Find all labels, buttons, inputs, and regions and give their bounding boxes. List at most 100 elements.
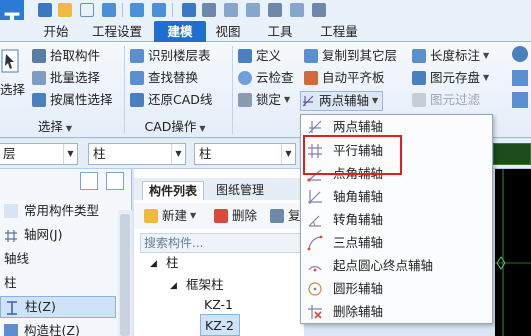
restore-icon — [130, 93, 144, 107]
tab-component-list[interactable]: 构件列表 — [142, 181, 205, 200]
new-icon[interactable] — [80, 3, 94, 17]
grid-axis-icon — [4, 228, 18, 242]
batch-select-button[interactable]: 批量选择 — [32, 68, 100, 88]
redo-icon[interactable] — [130, 3, 144, 17]
select-by-property-button[interactable]: 按属性选择 — [32, 90, 113, 110]
define-icon — [238, 49, 252, 63]
new-component-button[interactable]: 新建 ▼ — [144, 206, 196, 226]
three-point-axis-icon — [307, 235, 323, 251]
tree-expand-icon[interactable]: ◢ — [150, 253, 157, 275]
delete-component-button[interactable]: 删除 — [214, 206, 257, 226]
rotate-angle-axis-icon — [307, 212, 323, 228]
common-component-types[interactable]: 常用构件类型 — [0, 200, 118, 222]
tree-node-kz1[interactable]: KZ-1 — [204, 294, 233, 316]
axis-icon — [301, 94, 315, 108]
left-panel-scroll-thumb[interactable] — [120, 214, 130, 336]
tree-node-kz2[interactable]: KZ-2 — [200, 314, 240, 336]
component-search-input[interactable]: 搜索构件... — [140, 233, 304, 253]
constructional-column-item[interactable]: 构造柱(Z) — [0, 320, 118, 336]
tab-modeling[interactable]: 建模 — [154, 21, 206, 42]
cloud-icon — [238, 71, 252, 85]
rotate-icon[interactable] — [512, 70, 528, 86]
copy-icon — [270, 209, 284, 223]
axis-grid-item[interactable]: 轴网(J) — [0, 224, 118, 246]
filter-icon — [412, 93, 426, 107]
tree-node-frame-column[interactable]: 框架柱 — [186, 274, 224, 296]
highlight-box — [303, 135, 402, 175]
auto-flush-slab-button[interactable]: 自动平齐板 — [304, 68, 385, 88]
arc-axis-icon — [307, 258, 323, 274]
tab-drawing-management[interactable]: 图纸管理 — [210, 181, 270, 200]
report-icon[interactable] — [312, 3, 326, 17]
tab-quantities[interactable]: 工程量 — [314, 21, 364, 42]
floor-dropdown[interactable]: 层 ▼ — [0, 143, 78, 165]
copy-component-button[interactable]: 复 — [270, 206, 301, 226]
sigma-icon[interactable] — [182, 3, 196, 17]
menu-item-start-center-end-axis[interactable]: 起点圆心终点辅轴 — [301, 254, 492, 277]
component-type-dropdown[interactable]: 柱 ▼ — [88, 143, 186, 165]
table-icon[interactable] — [224, 3, 238, 17]
select-group-label[interactable]: 选择 ▼ — [30, 118, 80, 136]
find-replace-button[interactable]: 查找替换 — [130, 68, 198, 88]
delete-axis-icon — [307, 304, 323, 320]
constructional-column-icon — [4, 324, 18, 336]
grid-icon[interactable] — [202, 3, 216, 17]
element-filter-button[interactable]: 图元过滤 — [412, 90, 480, 110]
menu-item-delete-axis[interactable]: 删除辅轴 — [301, 300, 492, 323]
circle-axis-icon — [307, 281, 323, 297]
forward-icon[interactable] — [152, 3, 166, 17]
define-button[interactable]: 定义 — [238, 46, 281, 66]
layout-icon[interactable] — [246, 3, 260, 17]
tab-view[interactable]: 视图 — [210, 21, 246, 42]
menu-item-rotate-angle-axis[interactable]: 转角辅轴 — [301, 208, 492, 231]
property-icon — [32, 93, 46, 107]
category-icon — [4, 204, 18, 218]
length-icon — [412, 49, 426, 63]
mirror-icon[interactable] — [512, 92, 528, 108]
copy-to-other-floor-button[interactable]: 复制到其它层 — [304, 46, 397, 66]
menu-item-circle-axis[interactable]: 圆形辅轴 — [301, 277, 492, 300]
two-point-axis-button[interactable]: 两点辅轴 ▼ — [300, 91, 384, 111]
length-dimension-button[interactable]: 长度标注 ▼ — [412, 46, 489, 66]
tab-tools[interactable]: 工具 — [262, 21, 298, 42]
drawing-canvas[interactable] — [495, 169, 531, 336]
lock-icon — [238, 93, 252, 107]
calc-icon[interactable] — [268, 3, 282, 17]
tab-project-settings[interactable]: 工程设置 — [86, 21, 148, 42]
copy-icon — [304, 49, 318, 63]
card-view-icon[interactable] — [106, 172, 124, 190]
find-icon — [130, 71, 144, 85]
batch-icon — [32, 71, 46, 85]
component-subtype-dropdown[interactable]: 柱 ▼ — [194, 143, 296, 165]
menu-item-three-point-axis[interactable]: 三点辅轴 — [301, 231, 492, 254]
save-element-button[interactable]: 图元存盘 ▼ — [412, 68, 489, 88]
tree-expand-icon[interactable]: ◢ — [170, 275, 177, 297]
pick-icon — [32, 49, 46, 63]
cloud-check-button[interactable]: 云检查 — [238, 68, 294, 88]
select-big-icon[interactable] — [0, 46, 22, 76]
open-folder-icon[interactable] — [58, 3, 72, 17]
floor-table-icon — [130, 49, 144, 63]
undo-icon[interactable] — [102, 3, 116, 17]
column-z-item[interactable]: 柱(Z) — [0, 296, 116, 318]
identify-floor-table-button[interactable]: 识别楼层表 — [130, 46, 211, 66]
move-icon[interactable] — [512, 46, 528, 62]
axis-angle-axis-icon — [307, 189, 323, 205]
new-icon — [144, 209, 158, 223]
tab-start[interactable]: 开始 — [36, 21, 76, 42]
save-icon[interactable] — [38, 3, 52, 17]
slab-icon — [304, 71, 318, 85]
select-big-button[interactable]: 选择 — [0, 80, 25, 100]
axis-line-item[interactable]: 轴线 — [0, 248, 118, 270]
tree-node-column[interactable]: 柱 — [166, 252, 179, 274]
column-category-item[interactable]: 柱 — [0, 272, 118, 294]
menu-item-axis-angle-axis[interactable]: 轴角辅轴 — [301, 185, 492, 208]
view-icon[interactable] — [290, 3, 304, 17]
lock-button[interactable]: 锁定 ▼ — [238, 90, 290, 110]
column-icon — [5, 300, 19, 315]
pick-component-button[interactable]: 拾取构件 — [32, 46, 100, 66]
cad-group-label[interactable]: CAD操作 ▼ — [130, 118, 220, 136]
restore-cad-button[interactable]: 还原CAD线 — [130, 90, 212, 110]
list-view-icon[interactable] — [80, 172, 98, 190]
delete-icon — [214, 209, 228, 223]
